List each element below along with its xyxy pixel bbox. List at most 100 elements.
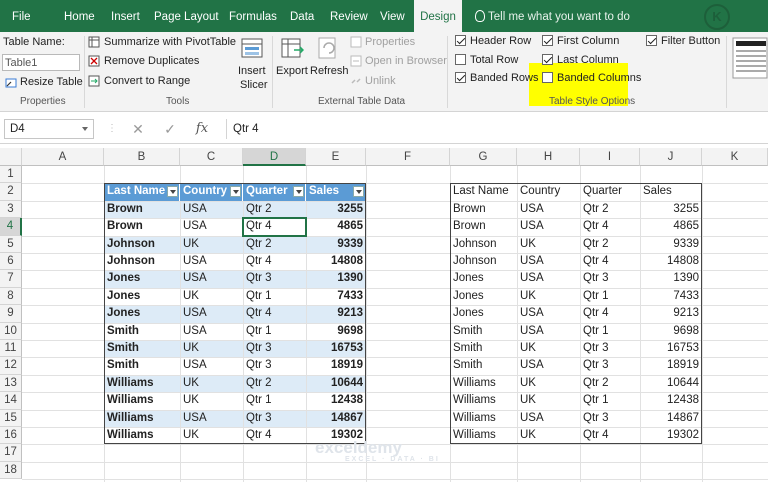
- export-icon: [281, 38, 304, 58]
- column-header-b[interactable]: B: [104, 148, 180, 166]
- column-header-e[interactable]: E: [306, 148, 366, 166]
- grid-line: [22, 479, 768, 481]
- tab-review[interactable]: Review: [330, 0, 368, 32]
- column-header-a[interactable]: A: [22, 148, 104, 166]
- formula-bar: D4 ⋮ ✕ ✓ fx Qtr 4: [0, 114, 768, 144]
- column-header-c[interactable]: C: [180, 148, 243, 166]
- select-all-corner[interactable]: [0, 148, 22, 166]
- resize-table-icon: [5, 78, 17, 88]
- header-row-label: Header Row: [470, 35, 532, 47]
- last-column-checkbox[interactable]: [542, 54, 553, 65]
- tab-design[interactable]: Design: [414, 0, 462, 32]
- total-row-label: Total Row: [470, 54, 519, 66]
- row-header-18[interactable]: 18: [0, 461, 22, 480]
- enter-icon[interactable]: ✓: [162, 119, 178, 139]
- table-style-preview-icon[interactable]: [732, 37, 768, 79]
- tab-home[interactable]: Home: [64, 0, 95, 32]
- tab-view[interactable]: View: [380, 0, 405, 32]
- open-in-browser-icon: [350, 55, 362, 67]
- tab-page-layout[interactable]: Page Layout: [154, 0, 219, 32]
- row-header-7[interactable]: 7: [0, 270, 22, 288]
- properties-button[interactable]: Properties: [365, 36, 415, 48]
- active-cell-d4[interactable]: [242, 217, 307, 237]
- pivottable-icon: [88, 36, 100, 48]
- row-header-8[interactable]: 8: [0, 287, 22, 306]
- formula-input[interactable]: Qtr 4: [226, 119, 766, 139]
- header-row-checkbox[interactable]: [455, 35, 466, 46]
- lightbulb-icon: [475, 10, 485, 22]
- first-column-checkbox[interactable]: [542, 35, 553, 46]
- filter-button-label: Filter Button: [661, 35, 721, 47]
- copy-table-border: [450, 183, 702, 445]
- tab-insert[interactable]: Insert: [111, 0, 140, 32]
- banded-columns-checkbox[interactable]: [542, 72, 553, 83]
- row-header-15[interactable]: 15: [0, 409, 22, 427]
- column-header-i[interactable]: I: [580, 148, 640, 166]
- unlink-icon: [351, 78, 361, 84]
- cancel-icon[interactable]: ✕: [130, 119, 146, 139]
- row-header-11[interactable]: 11: [0, 340, 22, 358]
- watermark-brand: exceldemy: [315, 438, 402, 457]
- column-header-h[interactable]: H: [517, 148, 580, 166]
- row-header-16[interactable]: 16: [0, 427, 22, 445]
- row-header-3[interactable]: 3: [0, 200, 22, 219]
- insert-slicer-icon: [241, 38, 263, 58]
- insert-slicer-button[interactable]: Insert: [238, 65, 266, 77]
- group-separator: [447, 36, 448, 108]
- name-box[interactable]: D4: [4, 119, 94, 139]
- tab-file[interactable]: File: [12, 0, 42, 32]
- row-header-2[interactable]: 2: [0, 183, 22, 201]
- column-header-f[interactable]: F: [366, 148, 450, 166]
- insert-function-icon[interactable]: fx: [194, 119, 210, 139]
- banded-rows-checkbox[interactable]: [455, 72, 466, 83]
- row-header-9[interactable]: 9: [0, 305, 22, 323]
- column-header-k[interactable]: K: [702, 148, 768, 166]
- tab-formulas[interactable]: Formulas: [229, 0, 277, 32]
- tab-data[interactable]: Data: [290, 0, 314, 32]
- row-header-13[interactable]: 13: [0, 374, 22, 393]
- total-row-checkbox[interactable]: [455, 54, 466, 65]
- group-separator: [726, 36, 727, 108]
- export-button[interactable]: Export: [276, 65, 308, 77]
- group-style-options-label: Table Style Options: [549, 96, 636, 107]
- filter-button-checkbox[interactable]: [646, 35, 657, 46]
- banded-rows-label: Banded Rows: [470, 72, 539, 84]
- grid-line: [702, 166, 703, 482]
- unlink-button[interactable]: Unlink: [365, 75, 396, 87]
- row-header-14[interactable]: 14: [0, 392, 22, 410]
- table-name-label: Table Name:: [3, 36, 65, 48]
- properties-icon: [350, 36, 362, 48]
- chevron-down-icon[interactable]: [82, 127, 88, 131]
- exceldemy-logo-icon: K: [704, 4, 730, 30]
- summarize-pivottable-button[interactable]: Summarize with PivotTable: [104, 36, 236, 48]
- exceldemy-watermark: exceldemy EXCEL · DATA · BI: [315, 438, 440, 463]
- refresh-button[interactable]: Refresh: [310, 65, 349, 77]
- ribbon-tab-bar: File Home Insert Page Layout Formulas Da…: [0, 0, 768, 32]
- first-column-label: First Column: [557, 35, 620, 47]
- row-header-17[interactable]: 17: [0, 444, 22, 462]
- group-properties-label: Properties: [20, 96, 66, 107]
- row-header-1[interactable]: 1: [0, 166, 22, 184]
- group-separator: [84, 36, 85, 108]
- convert-to-range-button[interactable]: Convert to Range: [104, 75, 190, 87]
- remove-duplicates-button[interactable]: Remove Duplicates: [104, 55, 199, 67]
- open-in-browser-button[interactable]: Open in Browser: [365, 55, 447, 67]
- excel-window: File Home Insert Page Layout Formulas Da…: [0, 0, 768, 482]
- tell-me-box[interactable]: Tell me what you want to do: [475, 0, 630, 32]
- column-header-g[interactable]: G: [450, 148, 517, 166]
- row-header-4[interactable]: 4: [0, 218, 22, 236]
- resize-table-button[interactable]: Resize Table: [20, 76, 83, 88]
- more-dots-icon: ⋮: [107, 123, 117, 134]
- row-header-6[interactable]: 6: [0, 253, 22, 271]
- tell-me-text: Tell me what you want to do: [488, 11, 630, 23]
- row-header-5[interactable]: 5: [0, 235, 22, 253]
- column-header-j[interactable]: J: [640, 148, 702, 166]
- group-external-label: External Table Data: [318, 96, 406, 107]
- table-name-input[interactable]: [2, 54, 80, 71]
- worksheet-grid[interactable]: A B C D E F G H I J K 1 2 3 4 5 6 7 8 9 10 11 12 13 14 15 16 17 18 La…: [0, 148, 768, 482]
- row-header-10[interactable]: 10: [0, 322, 22, 340]
- column-header-d[interactable]: D: [243, 148, 306, 166]
- group-separator: [272, 36, 273, 108]
- row-header-12[interactable]: 12: [0, 357, 22, 375]
- watermark-tagline: EXCEL · DATA · BI: [345, 456, 440, 463]
